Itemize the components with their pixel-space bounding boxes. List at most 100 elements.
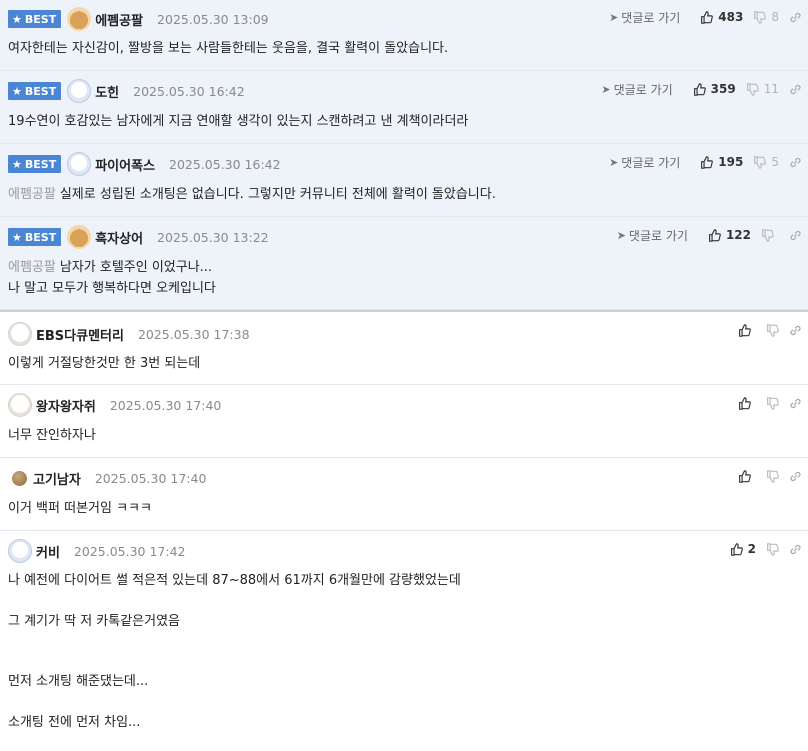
downvote-button[interactable] [766,323,779,337]
nickname[interactable]: 고기남자 [33,469,81,488]
best-comment: ★ BEST 에펨공팔 2025.05.30 13:09 ➤ 댓글로 가기 483 … [0,0,808,71]
goto-comment-link[interactable]: ➤ 댓글로 가기 [609,154,680,171]
share-link-button[interactable] [789,11,802,24]
avatar [12,470,27,486]
thumbs-down-icon [746,82,759,96]
upvote-button[interactable]: 122 [708,228,751,242]
downvote-count: 11 [763,82,779,96]
upvote-button[interactable]: 483 [700,10,743,24]
mention-tag[interactable]: 에펨공팔 [8,187,56,202]
link-icon [790,84,801,94]
avatar [67,225,92,249]
comment: EBS다큐멘터리 2025.05.30 17:38 이렇게 거절당한것만 한 3… [0,312,808,385]
upvote-button[interactable]: 2 [730,542,756,556]
thumbs-down-icon [767,323,779,337]
comment-text: 나 예전에 다이어트 썰 적은적 있는데 87~88에서 61까지 6개월만에 … [8,573,461,731]
best-comment: ★ BEST 파이어폭스 2025.05.30 16:42 ➤ 댓글로 가기 195… [0,144,808,217]
comment-list: ★ BEST 에펨공팔 2025.05.30 13:09 ➤ 댓글로 가기 483 … [0,0,808,751]
nickname[interactable]: 도힌 [95,82,119,101]
upvote-count: 2 [747,542,756,556]
nickname[interactable]: 파이어폭스 [95,155,155,174]
nickname[interactable]: 에펨공팔 [95,10,143,29]
downvote-button[interactable] [766,542,779,556]
share-link-button[interactable] [789,470,802,483]
comment-date: 2025.05.30 13:09 [157,11,269,27]
comment-date: 2025.05.30 16:42 [169,156,281,172]
best-badge: ★ BEST [8,228,62,246]
nickname[interactable]: 커비 [36,542,60,561]
upvote-count: 122 [725,228,751,242]
thumbs-down-icon [754,10,767,24]
best-comment: ★ BEST 도힌 2025.05.30 16:42 ➤ 댓글로 가기 359 11… [0,71,808,144]
comment-date: 2025.05.30 17:40 [109,397,222,413]
thumbs-down-icon [762,228,774,242]
upvote-count: 195 [718,155,744,169]
comment-text: 에펨공팔 실제로 성립된 소개팅은 없습니다. 그렇지만 커뮤니티 전체에 활력이… [8,187,496,202]
link-icon [790,230,801,240]
downvote-button[interactable]: 11 [746,82,779,96]
star-icon: ★ [12,230,22,244]
nickname[interactable]: 흑자상어 [95,228,143,247]
comment-date: 2025.05.30 17:42 [73,543,186,559]
comment-date: 2025.05.30 16:42 [133,83,245,99]
downvote-button[interactable] [766,396,779,410]
avatar [8,539,32,563]
goto-comment-link[interactable]: ➤ 댓글로 가기 [617,227,688,244]
best-badge: ★ BEST [8,10,62,28]
link-icon [790,325,801,335]
avatar [8,393,32,417]
thumbs-down-icon [767,396,779,410]
comment-date: 2025.05.30 13:22 [157,229,269,245]
upvote-button[interactable]: 195 [700,155,743,169]
downvote-count: 5 [771,155,779,169]
upvote-count: 359 [710,82,736,96]
nickname[interactable]: 왕자왕자쥐 [36,396,96,415]
avatar [8,322,32,346]
share-link-button[interactable] [789,229,802,242]
best-badge: ★ BEST [8,82,62,100]
downvote-button[interactable]: 5 [753,155,779,169]
mention-tag[interactable]: 에펨공팔 [8,260,56,275]
nickname[interactable]: EBS다큐멘터리 [36,325,124,344]
send-arrow-icon: ➤ [609,155,619,169]
downvote-button[interactable] [761,228,779,242]
share-link-button[interactable] [789,397,802,410]
link-icon [790,157,801,167]
thumbs-down-icon [767,469,779,483]
upvote-button[interactable] [738,323,756,337]
downvote-count: 8 [771,10,779,24]
downvote-button[interactable] [766,469,779,483]
comment-text: 이렇게 거절당한것만 한 3번 되는데 [8,356,201,371]
share-link-button[interactable] [789,83,802,96]
upvote-count: 483 [718,10,744,24]
thumbs-up-icon [739,396,751,410]
link-icon [790,398,801,408]
star-icon: ★ [12,12,22,26]
upvote-button[interactable]: 359 [693,82,736,96]
send-arrow-icon: ➤ [616,228,626,242]
send-arrow-icon: ➤ [601,82,611,96]
share-link-button[interactable] [789,156,802,169]
goto-comment-link[interactable]: ➤ 댓글로 가기 [609,9,680,26]
comment-text: 너무 잔인하자나 [8,428,96,443]
upvote-button[interactable] [738,396,756,410]
best-badge: ★ BEST [8,155,62,173]
upvote-button[interactable] [738,469,756,483]
link-icon [790,544,801,554]
thumbs-up-icon [693,82,706,96]
downvote-button[interactable]: 8 [753,10,779,24]
thumbs-up-icon [701,10,714,24]
comment-date: 2025.05.30 17:38 [137,326,250,342]
thumbs-up-icon [701,155,714,169]
avatar [67,7,92,31]
comment: 왕자왕자쥐 2025.05.30 17:40 너무 잔인하자나 [0,385,808,458]
thumbs-up-icon [730,542,743,556]
share-link-button[interactable] [789,324,802,337]
star-icon: ★ [12,84,22,98]
comment-text: 에펨공팔 남자가 호텔주인 이었구나... 나 말고 모두가 행복하다면 오케입니… [8,260,216,296]
goto-comment-link[interactable]: ➤ 댓글로 가기 [601,81,672,98]
thumbs-up-icon [739,323,751,337]
share-link-button[interactable] [789,543,802,556]
thumbs-down-icon [767,542,779,556]
comment: 커비 2025.05.30 17:42 2 나 예전에 다이어트 썰 적은적 있… [0,531,808,751]
